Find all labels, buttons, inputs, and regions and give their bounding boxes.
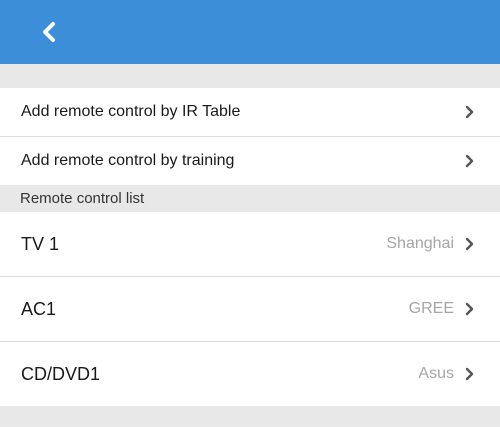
top-spacer [0, 64, 500, 88]
device-name: CD/DVD1 [21, 363, 101, 384]
device-row-cddvd1[interactable]: CD/DVD1 Asus [0, 342, 500, 406]
device-row-tv1[interactable]: TV 1 Shanghai [0, 212, 500, 276]
device-meta: Shanghai [386, 235, 474, 253]
add-by-training-button[interactable]: Add remote control by training [0, 137, 500, 185]
chevron-left-icon [43, 22, 55, 42]
add-by-ir-table-button[interactable]: Add remote control by IR Table [0, 88, 500, 136]
back-button[interactable] [38, 16, 62, 48]
menu-item-label: Add remote control by training [21, 152, 235, 169]
top-app-bar [0, 0, 500, 64]
device-name: TV 1 [21, 233, 60, 254]
device-name: AC1 [21, 298, 57, 319]
remote-list-section-title: Remote control list [0, 185, 500, 212]
chevron-right-icon [465, 154, 474, 168]
chevron-right-icon [465, 367, 474, 381]
chevron-right-icon [465, 105, 474, 119]
device-meta: Asus [418, 365, 474, 383]
device-brand: Shanghai [386, 235, 454, 252]
bottom-spacer [0, 406, 500, 425]
chevron-right-icon [465, 302, 474, 316]
app-screen: Add remote control by IR Table Add remot… [0, 0, 500, 427]
device-brand: Asus [418, 365, 454, 382]
menu-item-label: Add remote control by IR Table [21, 103, 241, 120]
device-meta: GREE [409, 300, 474, 318]
device-brand: GREE [408, 300, 454, 317]
device-row-ac1[interactable]: AC1 GREE [0, 277, 500, 341]
chevron-right-icon [465, 237, 474, 251]
